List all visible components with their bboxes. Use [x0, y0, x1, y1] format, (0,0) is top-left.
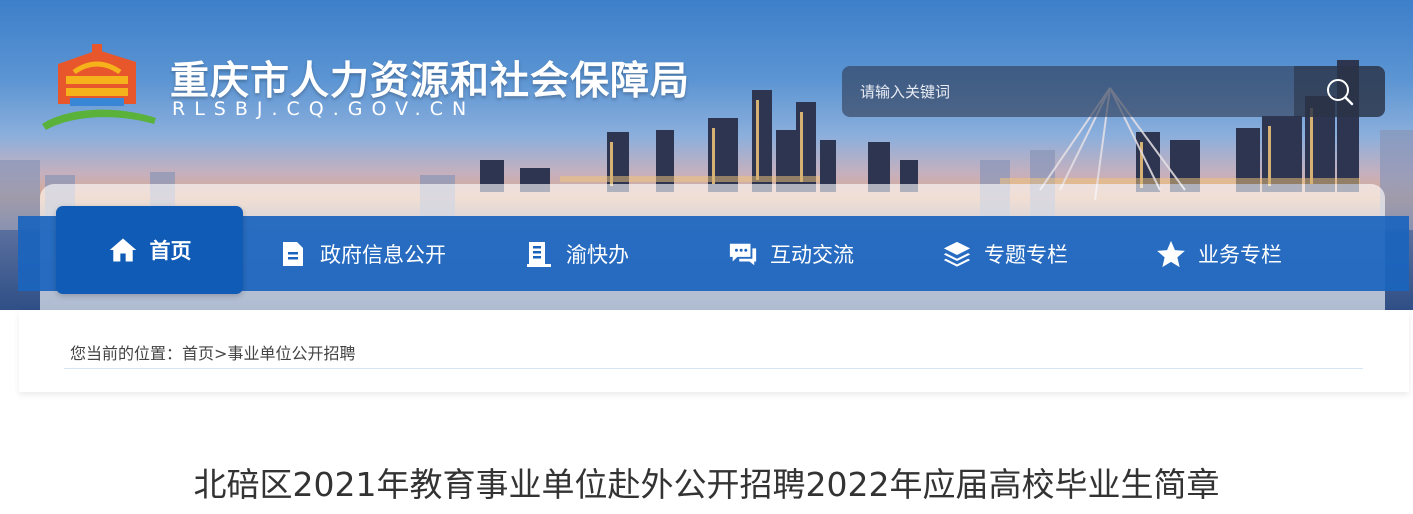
nav-item-interaction[interactable]: 互动交流: [728, 216, 854, 291]
breadcrumb-separator: >: [214, 344, 228, 363]
nav-item-label: 互动交流: [770, 242, 854, 267]
layers-icon: [942, 239, 972, 269]
nav-item-yukuaiban[interactable]: 渝快办: [524, 216, 629, 291]
search-box: [842, 66, 1385, 117]
search-input[interactable]: [842, 66, 1302, 117]
breadcrumb: 您当前的位置：首页>事业单位公开招聘: [70, 340, 355, 364]
document-icon: [278, 239, 308, 269]
star-icon: [1156, 239, 1186, 269]
article-title: 北碚区2021年教育事业单位赴外公开招聘2022年应届高校毕业生简章: [193, 465, 1220, 504]
nav-item-label: 政府信息公开: [320, 242, 446, 267]
nav-item-business[interactable]: 业务专栏: [1156, 216, 1282, 291]
bureau-logo-icon: [42, 44, 156, 130]
nav-item-gov-info[interactable]: 政府信息公开: [278, 216, 446, 291]
nav-item-label: 渝快办: [566, 242, 629, 267]
nav-item-label: 首页: [149, 239, 192, 263]
nav-item-special-topics[interactable]: 专题专栏: [942, 216, 1068, 291]
chat-icon: [728, 239, 758, 269]
nav-item-label: 专题专栏: [984, 242, 1068, 267]
home-icon: [108, 235, 138, 265]
breadcrumb-current-link[interactable]: 事业单位公开招聘: [227, 344, 355, 363]
breadcrumb-prefix: 您当前的位置：: [70, 344, 183, 363]
nav-item-home[interactable]: 首页: [56, 206, 243, 294]
breadcrumb-divider: [64, 368, 1363, 369]
site-domain: RLSBJ.CQ.GOV.CN: [172, 98, 476, 120]
search-icon: [1326, 78, 1353, 105]
search-button[interactable]: [1294, 66, 1385, 117]
breadcrumb-home-link[interactable]: 首页: [182, 344, 214, 363]
nav-item-label: 业务专栏: [1198, 242, 1282, 267]
clipboard-icon: [524, 239, 554, 269]
